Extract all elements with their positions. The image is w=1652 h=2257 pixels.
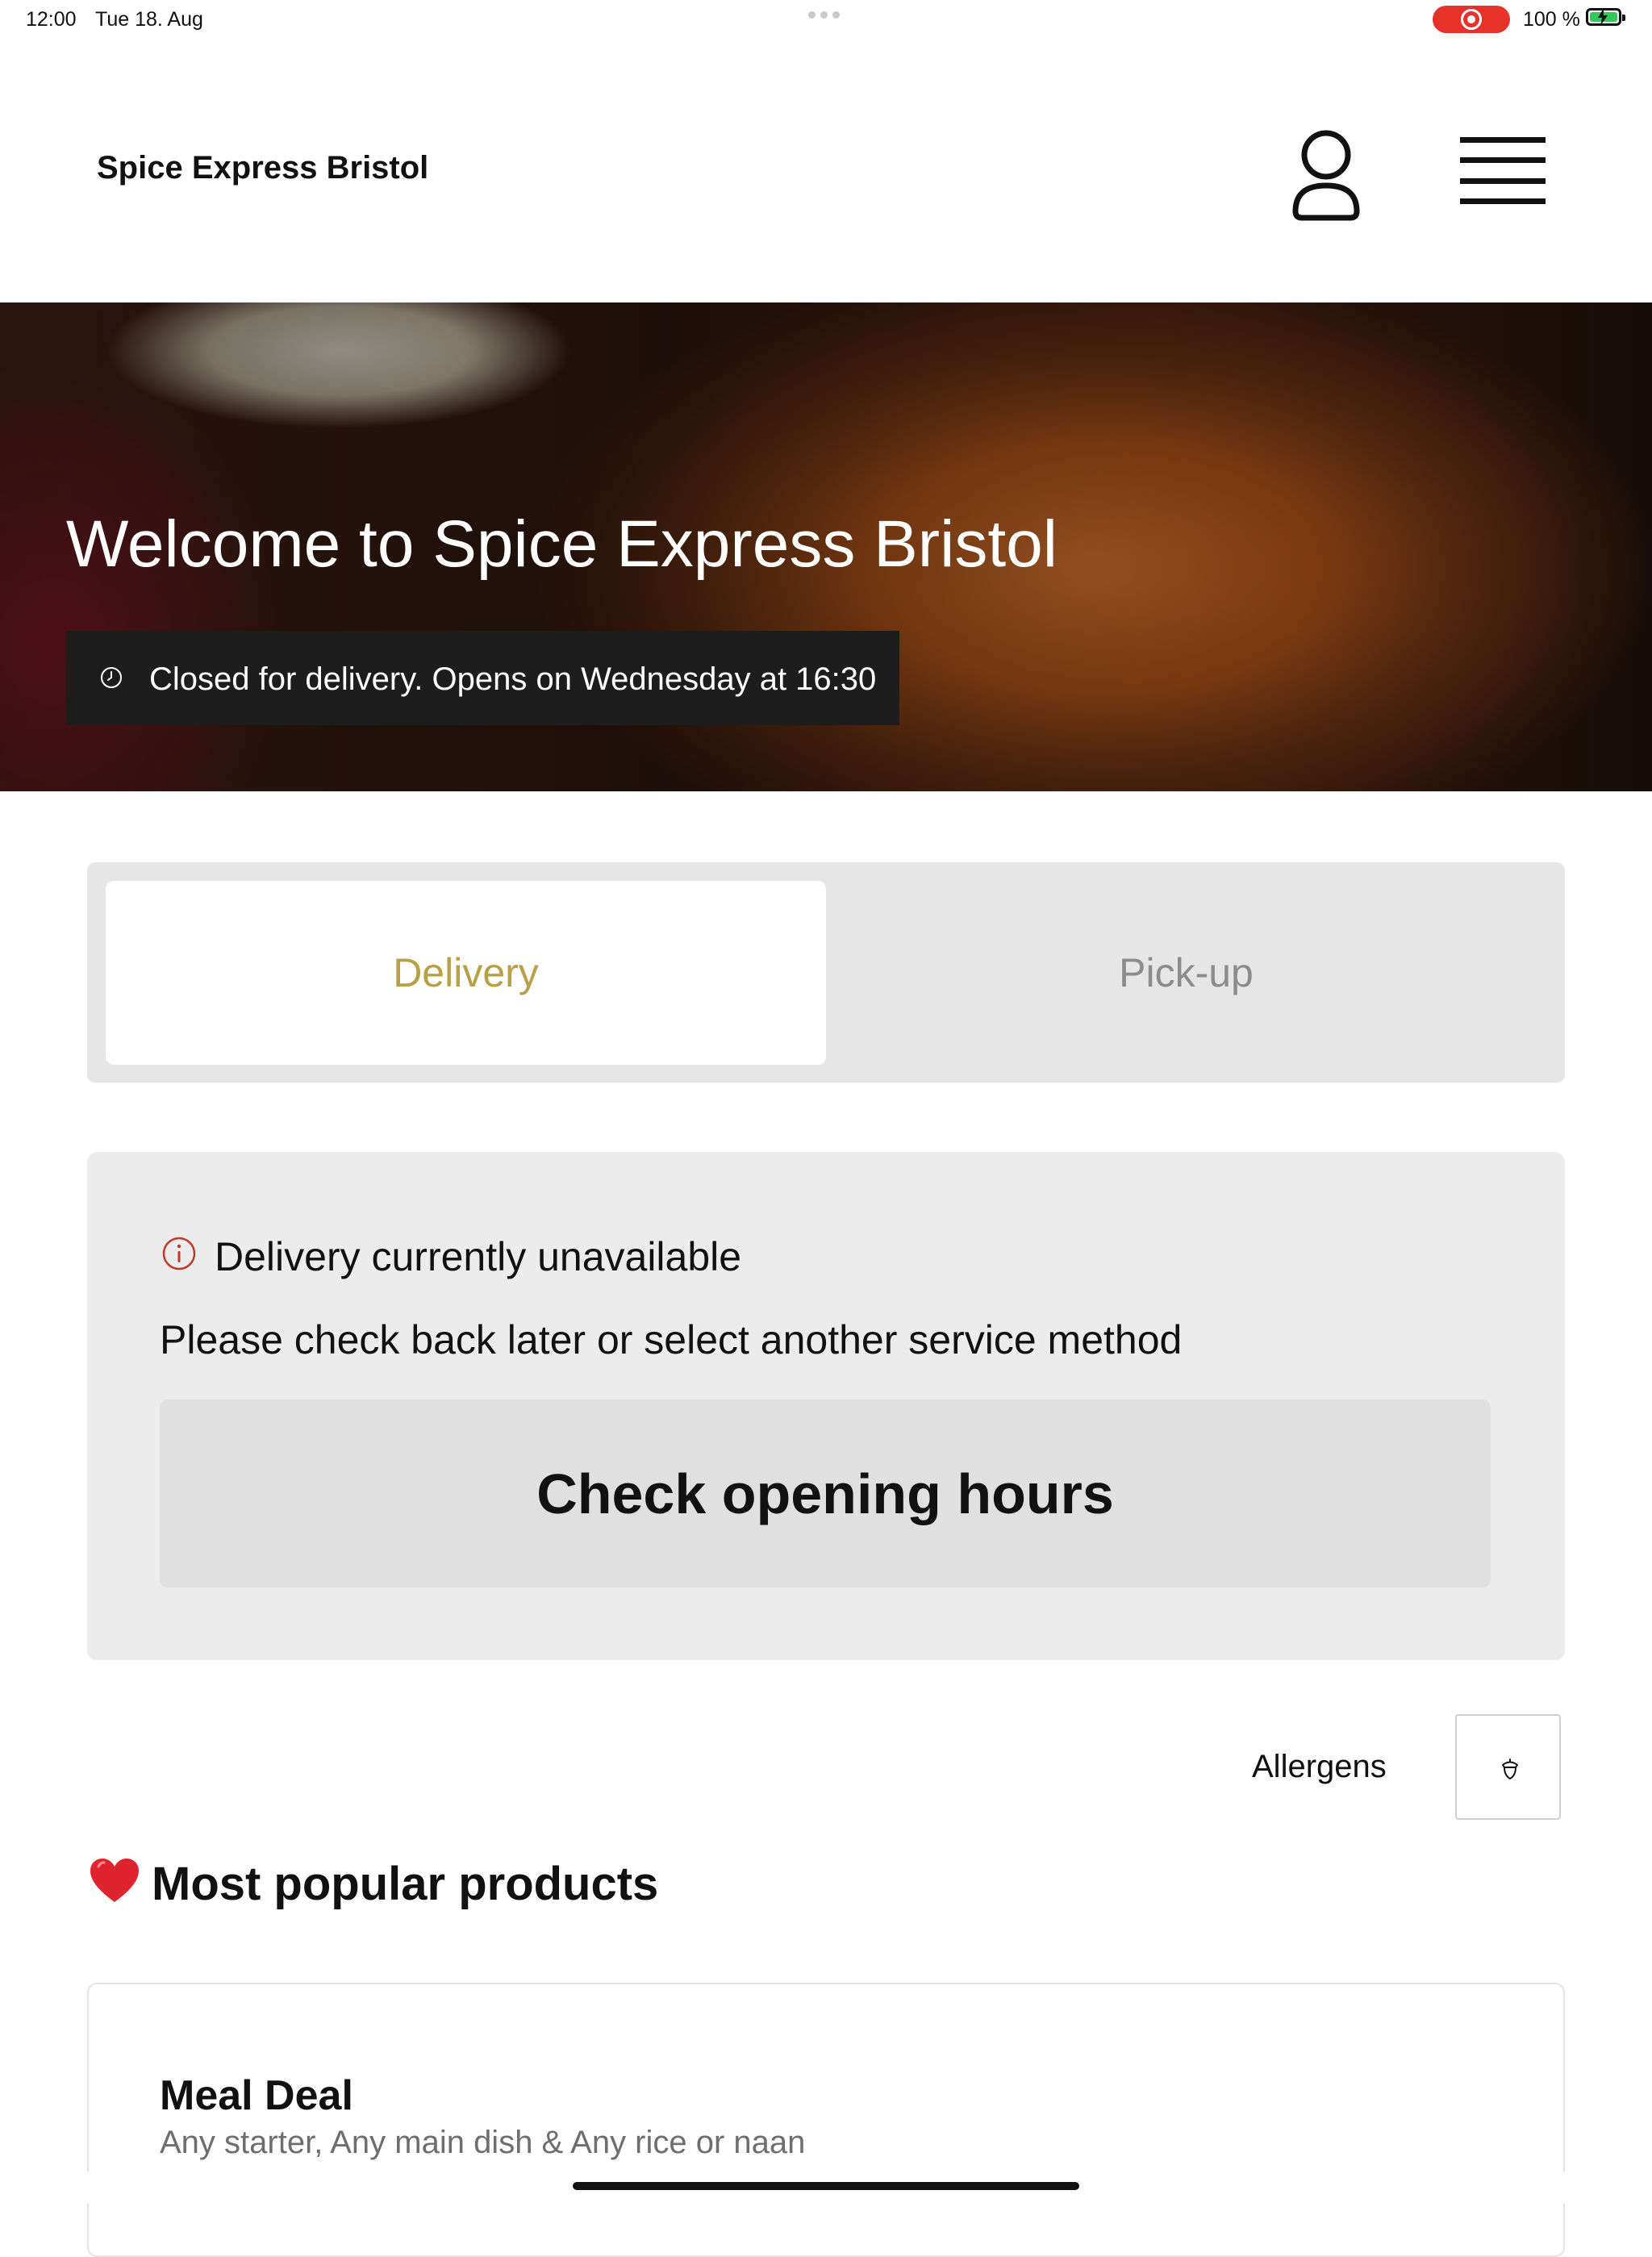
section-title-popular: Most popular products bbox=[152, 1858, 659, 1910]
status-date: Tue 18. Aug bbox=[95, 8, 203, 31]
unavailable-message: Please check back later or select anothe… bbox=[160, 1317, 1183, 1362]
tab-delivery[interactable]: Delivery bbox=[106, 881, 826, 1065]
battery-percentage: 100 % bbox=[1523, 8, 1580, 31]
unavailable-title: Delivery currently unavailable bbox=[215, 1234, 742, 1279]
closed-notice-text: Closed for delivery. Opens on Wednesday … bbox=[149, 661, 877, 697]
product-description: Any starter, Any main dish & Any rice or… bbox=[160, 2125, 806, 2160]
record-icon bbox=[1461, 9, 1482, 30]
welcome-title: Welcome to Spice Express Bristol bbox=[66, 507, 1058, 581]
allergens-button[interactable] bbox=[1455, 1714, 1561, 1820]
user-icon[interactable] bbox=[1286, 124, 1366, 221]
check-opening-hours-button[interactable]: Check opening hours bbox=[160, 1400, 1491, 1587]
home-indicator[interactable] bbox=[573, 2182, 1079, 2190]
screen-recording-indicator[interactable] bbox=[1433, 6, 1510, 33]
multitasking-dots[interactable] bbox=[808, 11, 844, 19]
closed-notice: Closed for delivery. Opens on Wednesday … bbox=[66, 631, 899, 725]
allergen-icon bbox=[1502, 1758, 1518, 1780]
clock-icon bbox=[101, 667, 122, 688]
menu-icon[interactable] bbox=[1460, 134, 1546, 208]
tab-pickup[interactable]: Pick-up bbox=[826, 881, 1546, 1065]
product-name[interactable]: Meal Deal bbox=[160, 2071, 353, 2120]
product-card[interactable] bbox=[87, 1983, 1565, 2257]
allergens-label: Allergens bbox=[1252, 1749, 1387, 1784]
status-time: 12:00 bbox=[26, 8, 77, 31]
battery-icon bbox=[1586, 8, 1625, 26]
restaurant-name[interactable]: Spice Express Bristol bbox=[97, 150, 428, 186]
info-icon bbox=[162, 1237, 196, 1270]
heart-icon bbox=[90, 1859, 139, 1902]
